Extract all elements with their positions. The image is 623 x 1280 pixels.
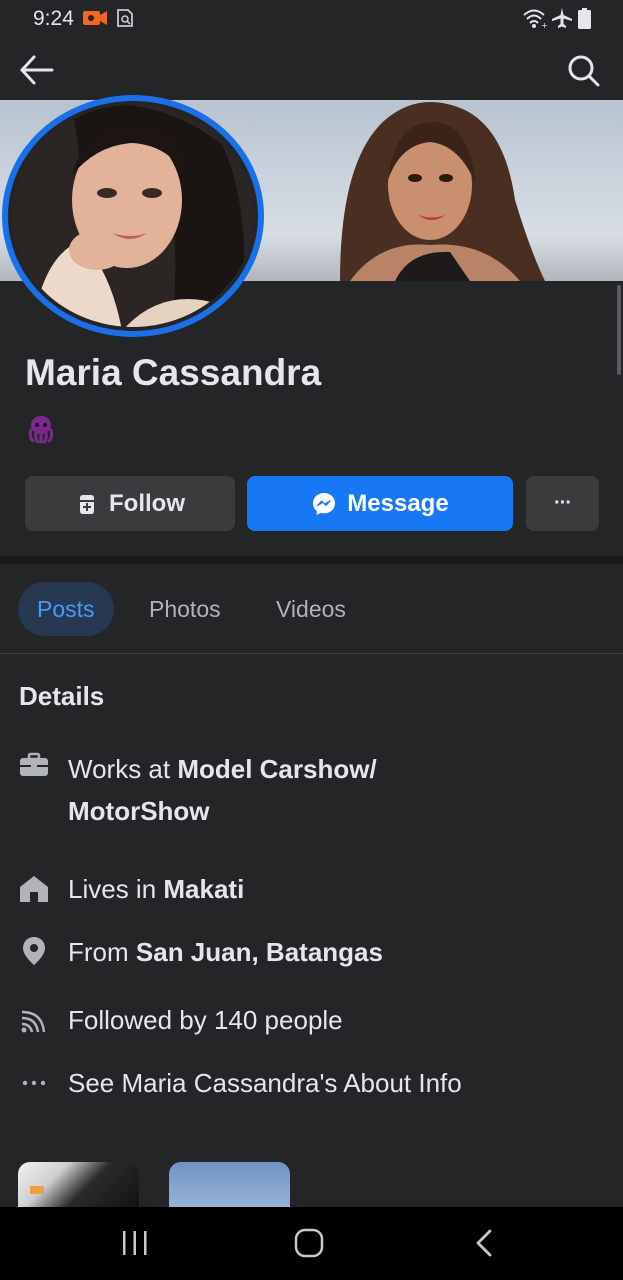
svg-text:+: + <box>541 21 548 29</box>
thumbnail-image <box>30 1186 44 1194</box>
about-info-link[interactable]: See Maria Cassandra's About Info <box>68 1062 588 1104</box>
messenger-icon <box>313 492 336 515</box>
follow-label: Follow <box>109 489 185 517</box>
work-place-line1[interactable]: Model Carshow/ <box>177 754 376 784</box>
tab-videos[interactable]: Videos <box>257 582 365 636</box>
home-button-icon[interactable] <box>293 1227 325 1259</box>
section-divider <box>0 556 623 564</box>
nav-back-icon[interactable] <box>470 1227 498 1259</box>
lives-text: Lives in Makati <box>68 868 588 910</box>
from-prefix: From <box>68 937 136 967</box>
status-bar: 9:24 + <box>0 0 623 40</box>
follow-icon <box>80 494 94 514</box>
tab-posts[interactable]: Posts <box>18 582 114 636</box>
airplane-mode-icon <box>552 8 572 28</box>
screenshot-icon <box>117 9 133 27</box>
profile-name: Maria Cassandra <box>25 352 322 393</box>
video-record-icon <box>83 11 107 25</box>
profile-avatar[interactable] <box>2 95 264 337</box>
battery-icon <box>578 8 591 29</box>
avatar-image <box>12 105 254 327</box>
photo-thumbnail[interactable] <box>169 1162 290 1212</box>
tab-photos[interactable]: Photos <box>130 582 240 636</box>
work-prefix: Works at <box>68 754 178 784</box>
from-text: From San Juan, Batangas <box>68 931 588 973</box>
follow-button[interactable]: Follow <box>25 476 235 531</box>
wifi-icon: + <box>523 9 548 29</box>
briefcase-icon <box>20 752 48 776</box>
app-top-bar <box>0 40 623 100</box>
scroll-indicator[interactable] <box>617 285 621 375</box>
system-navigation-bar <box>0 1207 623 1280</box>
message-label: Message <box>347 489 449 517</box>
more-options-icon: ··· <box>554 492 572 514</box>
octopus-icon <box>28 416 54 444</box>
from-place[interactable]: San Juan, Batangas <box>136 937 383 967</box>
search-icon[interactable] <box>564 52 604 88</box>
cover-photo-person <box>340 102 545 281</box>
followers-text[interactable]: Followed by 140 people <box>68 999 588 1041</box>
more-options-button[interactable]: ··· <box>526 476 599 531</box>
back-arrow-icon[interactable] <box>16 52 56 88</box>
lives-prefix: Lives in <box>68 874 164 904</box>
work-text: Works at Model Carshow/ MotorShow <box>68 748 588 832</box>
status-time: 9:24 <box>33 7 74 30</box>
more-dots-icon <box>22 1080 46 1086</box>
details-heading: Details <box>19 681 105 711</box>
rss-followers-icon <box>21 1010 46 1033</box>
profile-tabs: Posts Photos Videos <box>0 564 623 654</box>
home-icon <box>20 876 48 902</box>
photo-thumbnail[interactable] <box>18 1162 139 1212</box>
recent-apps-icon[interactable] <box>120 1229 150 1257</box>
work-place-line2[interactable]: MotorShow <box>68 796 210 826</box>
location-pin-icon <box>23 937 45 965</box>
lives-place[interactable]: Makati <box>163 874 244 904</box>
message-button[interactable]: Message <box>247 476 513 531</box>
